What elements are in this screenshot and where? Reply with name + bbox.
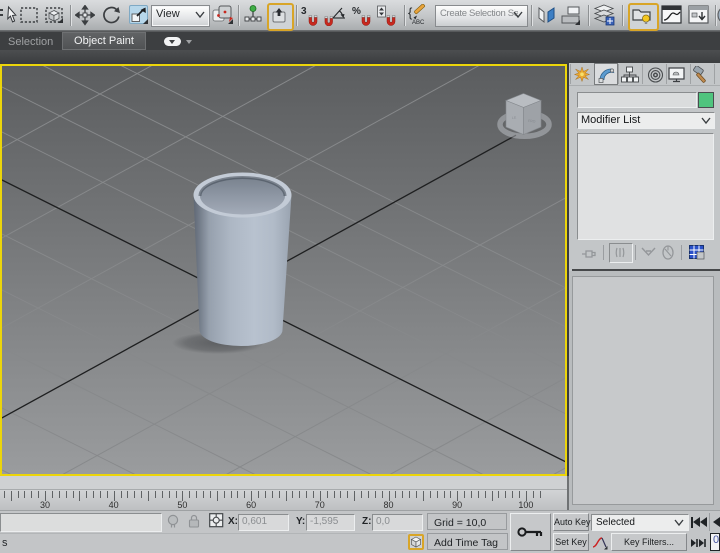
svg-text:%: % bbox=[352, 6, 361, 17]
svg-text:FRO: FRO bbox=[528, 119, 536, 124]
svg-text:3: 3 bbox=[301, 6, 307, 17]
svg-text:{: { bbox=[408, 5, 413, 20]
svg-text:ABC: ABC bbox=[412, 20, 425, 26]
